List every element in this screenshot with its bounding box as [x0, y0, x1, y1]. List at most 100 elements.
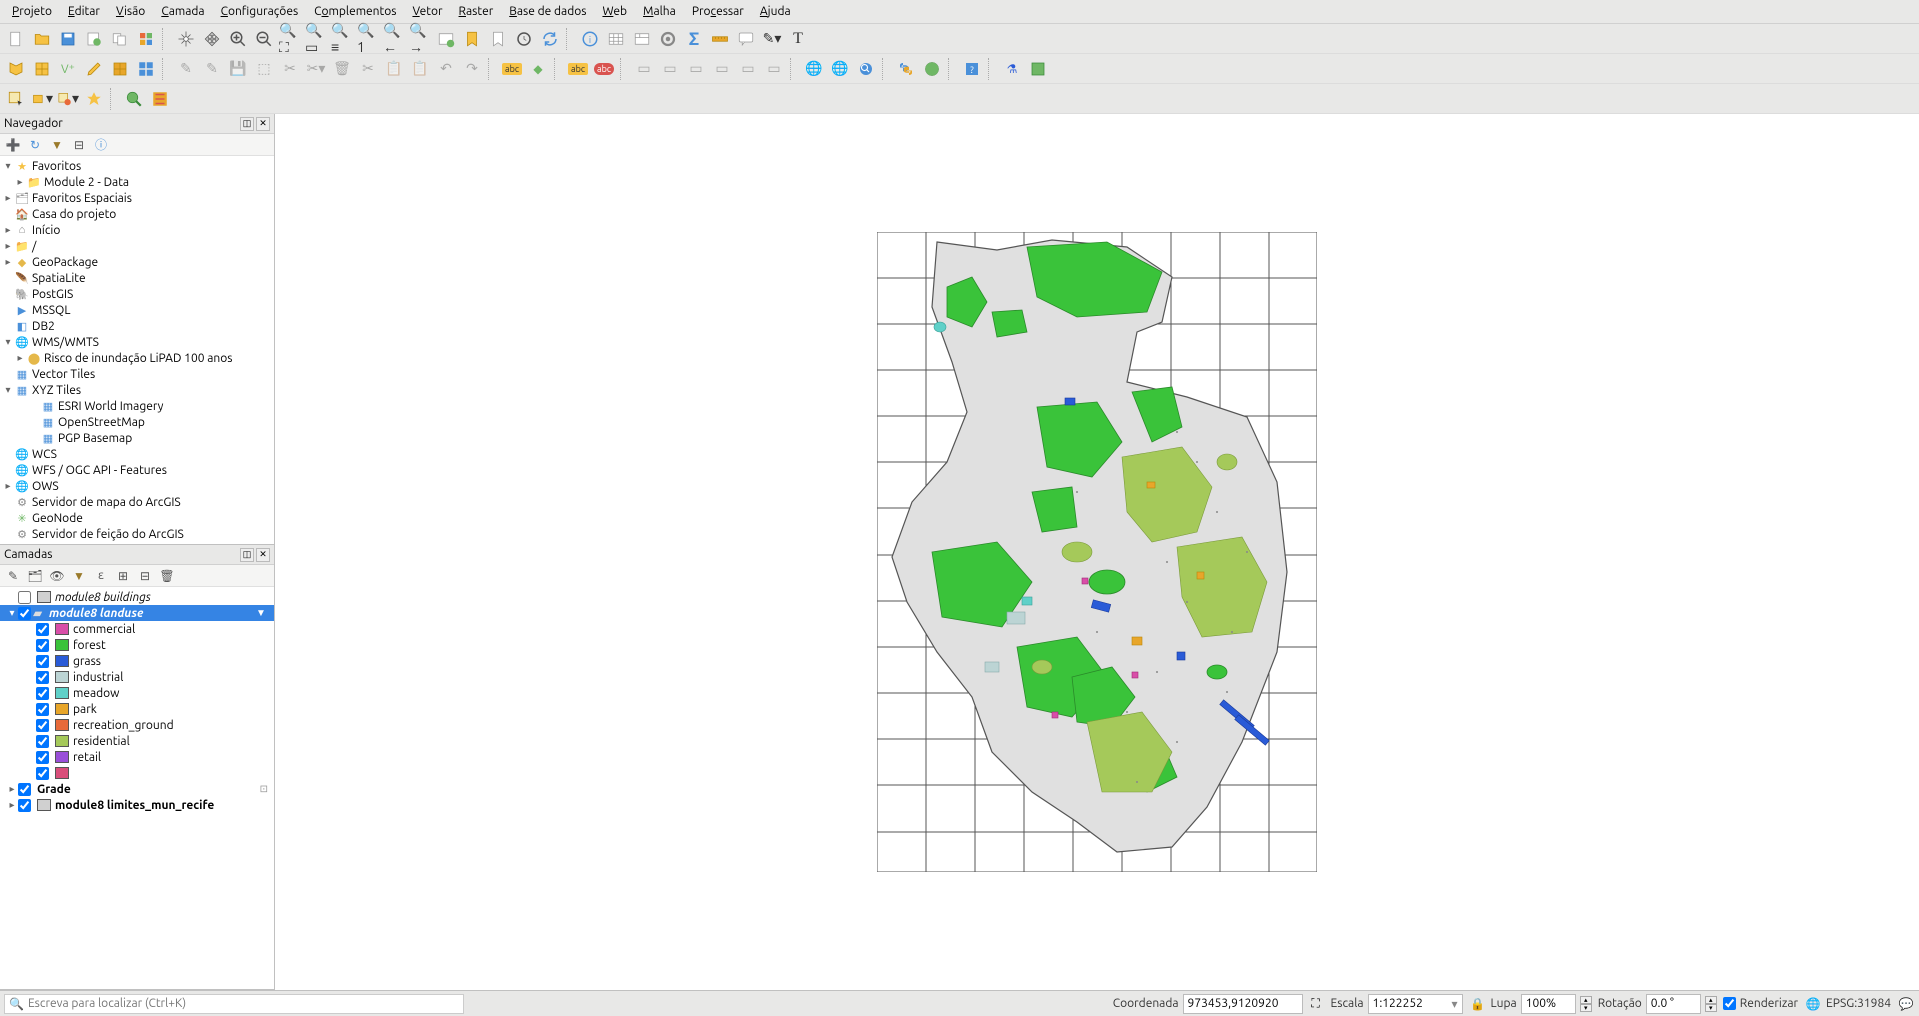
- locator-search[interactable]: 🔍: [4, 994, 464, 1014]
- magnifier-spinner[interactable]: ▴▾: [1580, 996, 1592, 1012]
- expand-icon[interactable]: ▾: [2, 336, 14, 348]
- python-console-button[interactable]: [894, 57, 918, 81]
- measure-button[interactable]: [708, 27, 732, 51]
- browser-item[interactable]: ▸📁/: [0, 238, 274, 254]
- browser-item[interactable]: ▸⌂Início: [0, 222, 274, 238]
- browser-filter-button[interactable]: ▼: [48, 136, 66, 154]
- browser-item[interactable]: ▶MSSQL: [0, 302, 274, 318]
- browser-item[interactable]: ◧DB2: [0, 318, 274, 334]
- browser-refresh-button[interactable]: ↻: [26, 136, 44, 154]
- zoom-next-button[interactable]: 🔍→: [408, 27, 432, 51]
- layer-visibility-checkbox[interactable]: [36, 735, 49, 748]
- layer-item[interactable]: retail: [0, 749, 274, 765]
- edit-toggle-button[interactable]: [82, 57, 106, 81]
- layer-visibility-checkbox[interactable]: [36, 703, 49, 716]
- expand-icon[interactable]: ▸: [2, 240, 14, 252]
- layers-expand-button[interactable]: ⊞: [114, 567, 132, 585]
- expand-icon[interactable]: ▸: [2, 256, 14, 268]
- layer-item[interactable]: meadow: [0, 685, 274, 701]
- select-features-button[interactable]: abc: [500, 57, 524, 81]
- layer-visibility-checkbox[interactable]: [18, 607, 31, 620]
- layers-remove-button[interactable]: 🗑: [158, 567, 176, 585]
- layers-dock-button[interactable]: ◫: [240, 548, 254, 562]
- browser-item[interactable]: 🌐WCS: [0, 446, 274, 462]
- label-style-button[interactable]: abc: [592, 57, 616, 81]
- menu-processar[interactable]: Processar: [684, 3, 752, 20]
- locator-input[interactable]: [28, 997, 459, 1010]
- browser-item[interactable]: ▸📁Module 2 - Data: [0, 174, 274, 190]
- expand-icon[interactable]: ▾: [6, 607, 18, 619]
- browser-item[interactable]: ▸🌐OWS: [0, 478, 274, 494]
- refresh2-button[interactable]: [538, 27, 562, 51]
- layers-collapse-button[interactable]: ⊟: [136, 567, 154, 585]
- browser-item[interactable]: 🪶SpatiaLite: [0, 270, 274, 286]
- select-value-button[interactable]: ◆: [526, 57, 550, 81]
- layer-item[interactable]: industrial: [0, 669, 274, 685]
- deselect-button[interactable]: [82, 87, 106, 111]
- layer-visibility-checkbox[interactable]: [36, 671, 49, 684]
- layers-tree[interactable]: module8 buildings▾▰module8 landuse▼comme…: [0, 587, 274, 989]
- zoom-in-button[interactable]: [226, 27, 250, 51]
- menu-configuracoes[interactable]: Configurações: [213, 3, 307, 20]
- layer-item[interactable]: recreation_ground: [0, 717, 274, 733]
- add-raster-button[interactable]: [30, 57, 54, 81]
- browser-item[interactable]: ▾🌐WMS/WMTS: [0, 334, 274, 350]
- coord-field[interactable]: 973453,9120920: [1183, 994, 1303, 1014]
- scale-field[interactable]: 1:122252▾: [1368, 994, 1463, 1014]
- menu-ajuda[interactable]: Ajuda: [752, 3, 799, 20]
- expand-icon[interactable]: ▸: [2, 480, 14, 492]
- select-freehand-button[interactable]: ▾: [56, 87, 80, 111]
- zoom-last-button[interactable]: 🔍←: [382, 27, 406, 51]
- browser-item[interactable]: ▦PGP Basemap: [0, 430, 274, 446]
- browser-item[interactable]: ▸🗂Favoritos Espaciais: [0, 190, 274, 206]
- rotation-field[interactable]: 0.0 °: [1646, 994, 1701, 1014]
- layer-visibility-checkbox[interactable]: [36, 719, 49, 732]
- browser-item[interactable]: ▾▦XYZ Tiles: [0, 382, 274, 398]
- browser-tree[interactable]: ▾★Favoritos▸📁Module 2 - Data▸🗂Favoritos …: [0, 156, 274, 544]
- map-canvas[interactable]: [275, 114, 1919, 990]
- zoom-selection-button[interactable]: 🔍▭: [304, 27, 328, 51]
- browser-item[interactable]: ⚙Servidor de feição do ArcGIS: [0, 526, 274, 542]
- zoom-full-button[interactable]: 🔍⛶: [278, 27, 302, 51]
- layer-item[interactable]: residential: [0, 733, 274, 749]
- annotation-button[interactable]: ✎▾: [760, 27, 784, 51]
- layer-visibility-checkbox[interactable]: [18, 799, 31, 812]
- layer-item[interactable]: module8 buildings: [0, 589, 274, 605]
- browser-item[interactable]: ✳GeoNode: [0, 510, 274, 526]
- save-project-button[interactable]: [56, 27, 80, 51]
- new-map-view-button[interactable]: [434, 27, 458, 51]
- browser-item[interactable]: 🐘PostGIS: [0, 286, 274, 302]
- layer-item[interactable]: ▸module8 limites_mun_recife: [0, 797, 274, 813]
- layer-visibility-checkbox[interactable]: [18, 783, 31, 796]
- menu-basededados[interactable]: Base de dados: [501, 3, 594, 20]
- refresh-button[interactable]: [512, 27, 536, 51]
- plugin-manage-button[interactable]: [1026, 57, 1050, 81]
- new-project-button[interactable]: [4, 27, 28, 51]
- menu-raster[interactable]: Raster: [451, 3, 502, 20]
- browser-collapse-button[interactable]: ⊟: [70, 136, 88, 154]
- expand-icon[interactable]: ▾: [2, 384, 14, 396]
- quick-layer-button[interactable]: [148, 87, 172, 111]
- statistics-button[interactable]: Σ: [682, 27, 706, 51]
- plugin-install-button[interactable]: ⚗: [1000, 57, 1024, 81]
- menu-camada[interactable]: Camada: [153, 3, 212, 20]
- zoom-layer-button[interactable]: 🔍≡: [330, 27, 354, 51]
- maptips-button[interactable]: [734, 27, 758, 51]
- browser-item[interactable]: 🏠Casa do projeto: [0, 206, 274, 222]
- browser-item[interactable]: ▦OpenStreetMap: [0, 414, 274, 430]
- plugin-globe1-button[interactable]: 🌐: [802, 57, 826, 81]
- layers-add-group-button[interactable]: 🗂: [26, 567, 44, 585]
- digitize-button[interactable]: [108, 57, 132, 81]
- field-calculator-button[interactable]: [630, 27, 654, 51]
- crs-group[interactable]: 🌐 EPSG:31984: [1804, 995, 1891, 1013]
- browser-item[interactable]: ▾★Favoritos: [0, 158, 274, 174]
- rotation-spinner[interactable]: ▴▾: [1705, 996, 1717, 1012]
- layer-item[interactable]: ▾▰module8 landuse▼: [0, 605, 274, 621]
- browser-item[interactable]: ▦Vector Tiles: [0, 366, 274, 382]
- menu-complementos[interactable]: Complementos: [306, 3, 404, 20]
- coord-extent-button[interactable]: ⛶: [1307, 995, 1325, 1013]
- browser-item[interactable]: ▦ESRI World Imagery: [0, 398, 274, 414]
- style-manager-button[interactable]: [134, 27, 158, 51]
- quick-search-button[interactable]: [122, 87, 146, 111]
- layer-item[interactable]: forest: [0, 637, 274, 653]
